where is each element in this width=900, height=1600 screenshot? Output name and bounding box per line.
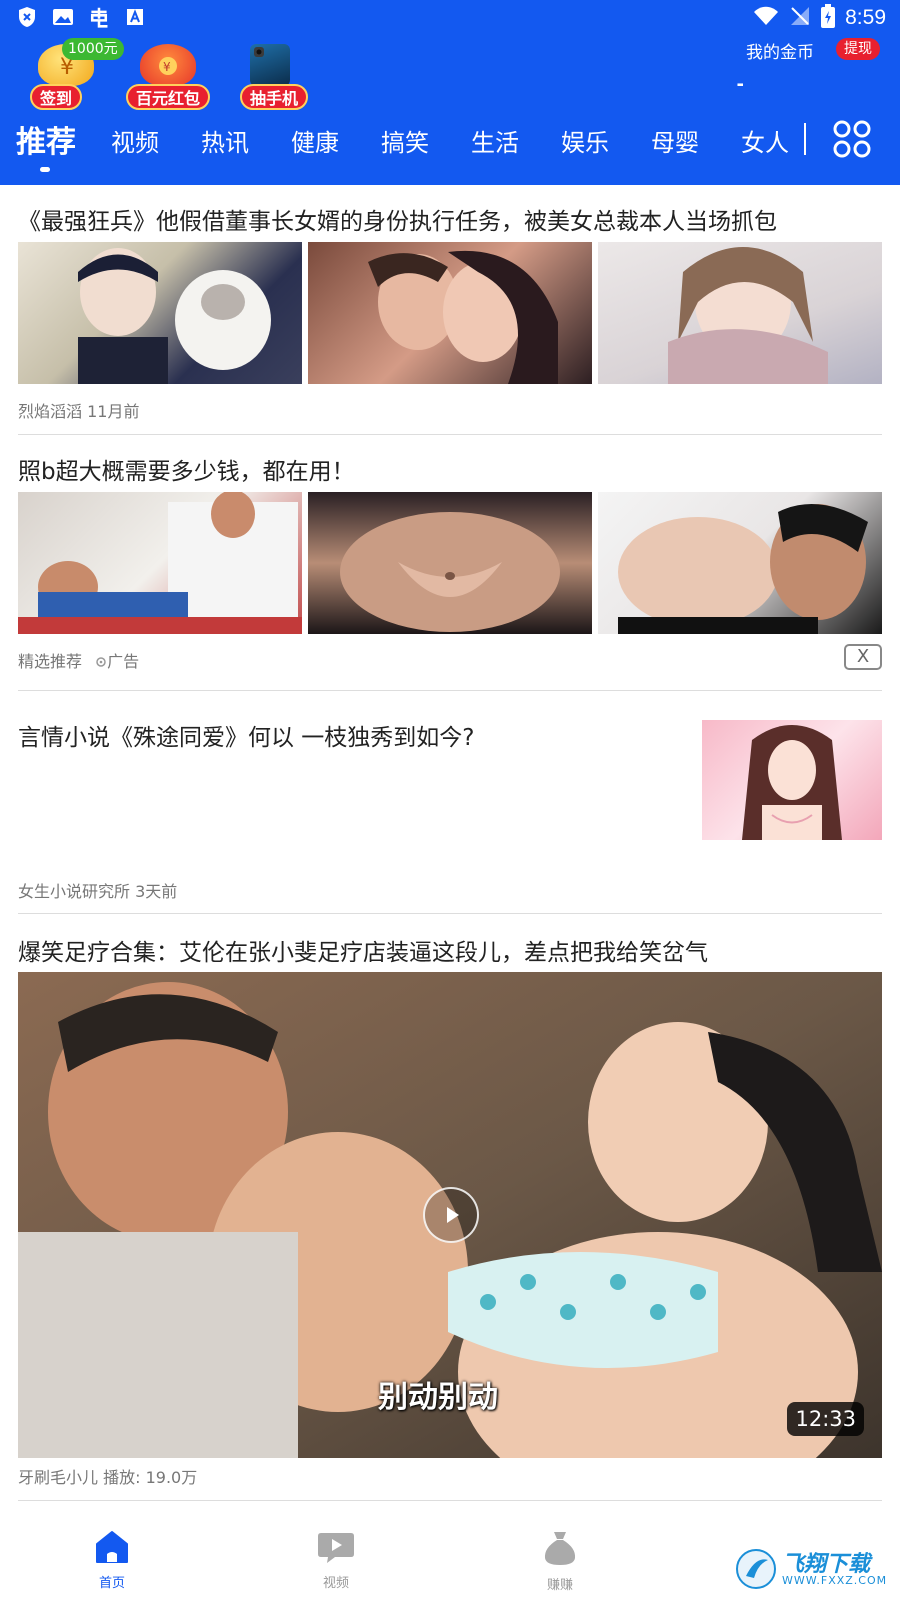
video-duration: 12:33: [787, 1402, 864, 1436]
article-time: 11月前: [87, 402, 140, 421]
video-item[interactable]: 爆笑足疗合集：艾伦在张小斐足疗店装逼这段儿，差点把我给笑岔气: [18, 933, 882, 967]
feed-divider: [18, 913, 882, 914]
home-icon: [94, 1531, 130, 1568]
wifi-icon: [753, 6, 779, 30]
ad-image[interactable]: [308, 492, 592, 634]
status-bar: 8:59: [0, 0, 900, 36]
checkin-label: 签到: [30, 84, 83, 110]
article-title: 《最强狂兵》他假借董事长女婿的身份执行任务，被美女总裁本人当场抓包: [18, 209, 777, 235]
article-thumbnail[interactable]: [702, 720, 882, 840]
phone-lottery-label: 抽手机: [240, 84, 309, 110]
coins-panel[interactable]: 我的金币 提现 -: [680, 38, 880, 98]
ad-label: 广告: [107, 652, 140, 671]
video-icon: [317, 1533, 355, 1568]
tab-health[interactable]: 健康: [291, 123, 339, 158]
article-meta: 烈焰滔滔 11月前: [18, 398, 139, 422]
red-packet-icon: ¥: [140, 44, 196, 86]
withdraw-button[interactable]: 提现: [836, 38, 880, 60]
video-meta: 牙刷毛小儿 播放: 19.0万: [18, 1464, 197, 1488]
nav-video-label: 视频: [322, 1576, 349, 1591]
nav-home-label: 首页: [98, 1576, 125, 1591]
watermark-logo-icon: [734, 1548, 778, 1594]
feed-divider: [18, 434, 882, 435]
video-source: 牙刷毛小儿: [18, 1468, 99, 1487]
bottom-nav: 首页 视频 赚赚 飞翔下载 WWW.FXXZ.COM: [0, 1518, 900, 1600]
tab-entertainment[interactable]: 娱乐: [561, 123, 609, 158]
article-meta: 女生小说研究所 3天前: [18, 878, 177, 902]
article-source: 烈焰滔滔: [18, 402, 83, 421]
ad-info-icon: [93, 652, 107, 671]
tabs-divider: [804, 123, 806, 155]
video-plays: 播放: 19.0万: [103, 1468, 198, 1487]
tab-recommend[interactable]: 推荐: [16, 117, 76, 161]
feed-item[interactable]: 《最强狂兵》他假借董事长女婿的身份执行任务，被美女总裁本人当场抓包: [18, 202, 882, 236]
red-packet-label: 百元红包: [126, 84, 211, 110]
ad-meta: 精选推荐 广告: [18, 648, 139, 672]
tab-maternity[interactable]: 母婴: [651, 123, 699, 158]
ad-close-button[interactable]: X: [844, 644, 882, 670]
font-icon: [124, 6, 146, 28]
article-image[interactable]: [308, 242, 592, 384]
category-tabs: 推荐 视频 热讯 健康 搞笑 生活 娱乐 母婴 女人: [0, 115, 900, 175]
article-image[interactable]: [18, 242, 302, 384]
phone-lottery-promo[interactable]: 抽手机: [236, 40, 316, 110]
tab-life[interactable]: 生活: [471, 123, 519, 158]
svg-text:¥: ¥: [163, 60, 171, 74]
image-icon: [52, 6, 74, 28]
checkin-reward-badge: 1000元: [62, 38, 124, 60]
shield-icon: [16, 6, 38, 28]
active-tab-indicator: [40, 167, 50, 172]
tab-funny[interactable]: 搞笑: [381, 123, 429, 158]
video-title: 爆笑足疗合集：艾伦在张小斐足疗店装逼这段儿，差点把我给笑岔气: [18, 940, 708, 966]
nav-home[interactable]: 首页: [72, 1530, 152, 1591]
no-signal-icon: [789, 5, 811, 31]
red-packet-promo[interactable]: ¥ 百元红包: [122, 40, 217, 110]
feed-divider: [18, 690, 882, 691]
money-bag-icon: [542, 1532, 578, 1570]
site-watermark: 飞翔下载 WWW.FXXZ.COM: [730, 1544, 890, 1594]
article-title: 言情小说《殊途同爱》何以 一枝独秀到如今?: [18, 725, 475, 751]
nav-earn-label: 赚赚: [546, 1578, 573, 1593]
ad-image[interactable]: [18, 492, 302, 634]
article-time: 3天前: [135, 882, 178, 901]
ad-image[interactable]: [598, 492, 882, 634]
tab-video[interactable]: 视频: [111, 123, 159, 158]
tab-women[interactable]: 女人: [741, 123, 789, 158]
ad-title: 照b超大概需要多少钱，都在用！: [18, 459, 355, 485]
video-subtitle: 别动别动: [378, 1380, 498, 1415]
ad-item[interactable]: 照b超大概需要多少钱，都在用！: [18, 452, 882, 486]
feed-item[interactable]: 言情小说《殊途同爱》何以 一枝独秀到如今?: [18, 718, 668, 752]
play-button[interactable]: [423, 1187, 479, 1243]
app-header: 8:59 ¥ 签到 1000元 ¥ 百元红包 抽手机 我的金币 提现 - 推荐 …: [0, 0, 900, 185]
coins-label: 我的金币: [746, 43, 814, 63]
feed-divider: [18, 1500, 882, 1501]
video-player[interactable]: 别动别动 12:33: [18, 972, 882, 1458]
phone-icon: [250, 44, 290, 86]
article-source: 女生小说研究所: [18, 882, 131, 901]
watermark-url: WWW.FXXZ.COM: [782, 1574, 888, 1587]
grid-menu-icon[interactable]: [832, 119, 872, 159]
battery-icon: [821, 4, 836, 32]
nav-video[interactable]: 视频: [296, 1530, 376, 1591]
article-image[interactable]: [598, 242, 882, 384]
status-time: 8:59: [845, 6, 886, 29]
bug-app-icon: [88, 6, 110, 28]
tab-hot-news[interactable]: 热讯: [201, 123, 249, 158]
coins-value: -: [736, 74, 744, 95]
ad-source: 精选推荐: [18, 652, 83, 671]
nav-earn[interactable]: 赚赚: [520, 1530, 600, 1593]
